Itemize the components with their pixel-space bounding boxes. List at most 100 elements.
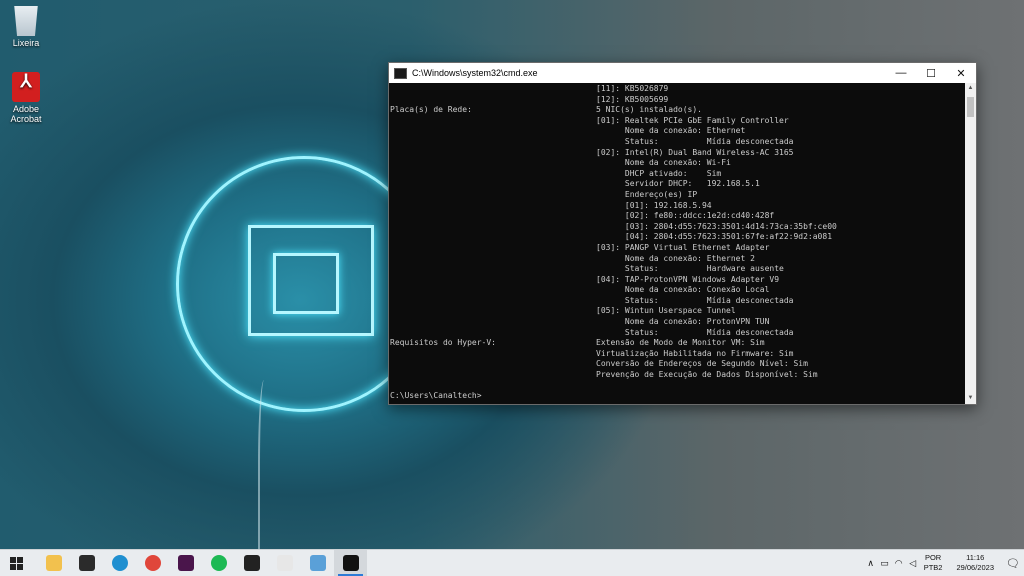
console-line: Servidor DHCP: 192.168.5.1	[390, 179, 965, 190]
wallpaper-cable	[258, 380, 270, 550]
taskbar-app-photos[interactable]	[301, 550, 334, 576]
cmd-icon	[394, 67, 407, 79]
console-line: [01]: 192.168.5.94	[390, 201, 965, 212]
console-line: [02]: Intel(R) Dual Band Wireless-AC 316…	[390, 148, 965, 159]
language-code: POR	[924, 553, 942, 562]
console-line: [04]: TAP-ProtonVPN Windows Adapter V9	[390, 275, 965, 286]
console-line: [04]: 2804:d55:7623:3501:67fe:af22:9d2:a…	[390, 232, 965, 243]
taskbar-app-spotify[interactable]	[202, 550, 235, 576]
console-value: Nome da conexão: Wi-Fi	[596, 158, 731, 168]
maximize-button[interactable]: ☐	[916, 63, 946, 83]
taskbar-app-sticky-notes[interactable]	[70, 550, 103, 576]
close-button[interactable]: ✕	[946, 63, 976, 83]
cmd-icon	[342, 555, 359, 571]
clock-date: 29/06/2023	[956, 563, 994, 572]
console-key: Placa(s) de Rede:	[390, 105, 472, 115]
console-value: Nome da conexão: ProtonVPN TUN	[596, 317, 770, 327]
desktop-icon-recycle-bin[interactable]: Lixeira	[0, 6, 52, 48]
console-value: Status: Mídia desconectada	[596, 327, 794, 337]
davinci-icon	[243, 555, 260, 571]
console-value: Extensão de Modo de Monitor VM: Sim	[596, 338, 765, 348]
console-output[interactable]: [11]: KB5026879 [12]: KB5005699 Placa(s) d…	[389, 83, 965, 404]
taskbar-app-paint[interactable]	[268, 550, 301, 576]
start-button[interactable]	[0, 550, 33, 576]
console-value: DHCP ativado: Sim	[596, 168, 722, 178]
console-line: Nome da conexão: Ethernet 2	[390, 254, 965, 265]
console-line: Status: Hardware ausente	[390, 264, 965, 275]
volume-icon[interactable]: ◁	[906, 558, 920, 569]
notifications-icon[interactable]: 🗨	[1002, 557, 1024, 570]
console-value: Servidor DHCP: 192.168.5.1	[596, 179, 760, 189]
console-line: [01]: Realtek PCIe GbE Family Controller	[390, 116, 965, 127]
console-value: [12]: KB5005699	[596, 94, 669, 104]
console-line: Virtualização Habilitada no Firmware: Si…	[390, 349, 965, 360]
console-line: Nome da conexão: Wi-Fi	[390, 158, 965, 169]
wallpaper-neon-inner	[273, 253, 339, 314]
console-value: Conversão de Endereços de Segundo Nível:…	[596, 359, 808, 369]
paint-icon	[276, 555, 293, 571]
battery-icon[interactable]: ▭	[878, 558, 892, 569]
spotify-icon	[210, 555, 227, 571]
console-line: Requisitos do Hyper-V: Extensão de Modo d…	[390, 338, 965, 349]
console-line: Status: Mídia desconectada	[390, 137, 965, 148]
console-value: [02]: fe80::ddcc:1e2d:cd40:428f	[596, 211, 775, 221]
tray-overflow-chevron-icon[interactable]: ∧	[864, 558, 878, 569]
cmd-window[interactable]: C:\Windows\system32\cmd.exe — ☐ ✕ [11]: …	[388, 62, 977, 405]
console-line: [03]: 2804:d55:7623:3501:4d14:73ca:35bf:…	[390, 222, 965, 233]
clock[interactable]: 11:16 29/06/2023	[956, 553, 994, 573]
edge-icon	[111, 555, 128, 571]
console-line: Conversão de Endereços de Segundo Nível:…	[390, 359, 965, 370]
desktop-icon-label: Lixeira	[12, 38, 40, 48]
taskbar: ∧ ▭ ◠ ◁ POR PTB2 11:16 29/06/2023 🗨	[0, 549, 1024, 576]
console-value: Status: Mídia desconectada	[596, 295, 794, 305]
photos-icon	[309, 555, 326, 571]
taskbar-app-chrome[interactable]	[136, 550, 169, 576]
console-value: [04]: 2804:d55:7623:3501:67fe:af22:9d2:a…	[596, 232, 833, 242]
window-title: C:\Windows\system32\cmd.exe	[412, 68, 538, 78]
acrobat-icon: ⅄	[12, 72, 40, 102]
language-indicator[interactable]: POR PTB2	[924, 553, 943, 573]
console-value: [11]: KB5026879	[596, 84, 669, 93]
taskbar-app-cmd[interactable]	[334, 550, 367, 576]
file-explorer-icon	[45, 555, 62, 571]
console-value: Virtualização Habilitada no Firmware: Si…	[596, 348, 794, 358]
scroll-up-icon[interactable]: ▲	[965, 83, 976, 94]
wifi-icon[interactable]: ◠	[892, 558, 906, 569]
console-value: Status: Mídia desconectada	[596, 136, 794, 146]
console-line: Prevenção de Execução de Dados Disponíve…	[390, 370, 965, 381]
console-key: C:\Users\Canaltech>	[390, 391, 482, 401]
taskbar-app-edge[interactable]	[103, 550, 136, 576]
console-value: [05]: Wintun Userspace Tunnel	[596, 306, 736, 316]
taskbar-app-davinci[interactable]	[235, 550, 268, 576]
console-line: Status: Mídia desconectada	[390, 296, 965, 307]
console-line: Nome da conexão: Ethernet	[390, 126, 965, 137]
scrollbar-thumb[interactable]	[967, 97, 974, 117]
console-line: [05]: Wintun Userspace Tunnel	[390, 306, 965, 317]
taskbar-app-file-explorer[interactable]	[37, 550, 70, 576]
vertical-scrollbar[interactable]: ▲ ▼	[965, 83, 976, 404]
desktop-icon-label: Adobe Acrobat	[10, 104, 42, 124]
console-value: Endereço(es) IP	[596, 189, 698, 199]
console-line: Endereço(es) IP	[390, 190, 965, 201]
desktop-icon-adobe-acrobat[interactable]: ⅄ Adobe Acrobat	[0, 72, 52, 124]
console-line: Nome da conexão: ProtonVPN TUN	[390, 317, 965, 328]
recycle-bin-icon	[14, 6, 38, 36]
keyboard-layout: PTB2	[923, 563, 943, 572]
scroll-down-icon[interactable]: ▼	[965, 393, 976, 404]
console-key: Requisitos do Hyper-V:	[390, 338, 496, 348]
console-value: [01]: 192.168.5.94	[596, 200, 712, 210]
window-titlebar[interactable]: C:\Windows\system32\cmd.exe — ☐ ✕	[389, 63, 976, 83]
console-value: Prevenção de Execução de Dados Disponíve…	[596, 370, 818, 380]
taskbar-app-slack[interactable]	[169, 550, 202, 576]
console-line: [12]: KB5005699	[390, 95, 965, 106]
console-value: 5 NIC(s) instalado(s).	[596, 105, 702, 115]
console-line: [03]: PANGP Virtual Ethernet Adapter	[390, 243, 965, 254]
console-line: Placa(s) de Rede: 5 NIC(s) instalado(s).	[390, 105, 965, 116]
windows-logo-icon	[10, 556, 23, 570]
console-line: [02]: fe80::ddcc:1e2d:cd40:428f	[390, 211, 965, 222]
console-value: [03]: PANGP Virtual Ethernet Adapter	[596, 242, 770, 252]
minimize-button[interactable]: —	[886, 63, 916, 83]
console-line: Status: Mídia desconectada	[390, 328, 965, 339]
slack-icon	[177, 555, 194, 571]
